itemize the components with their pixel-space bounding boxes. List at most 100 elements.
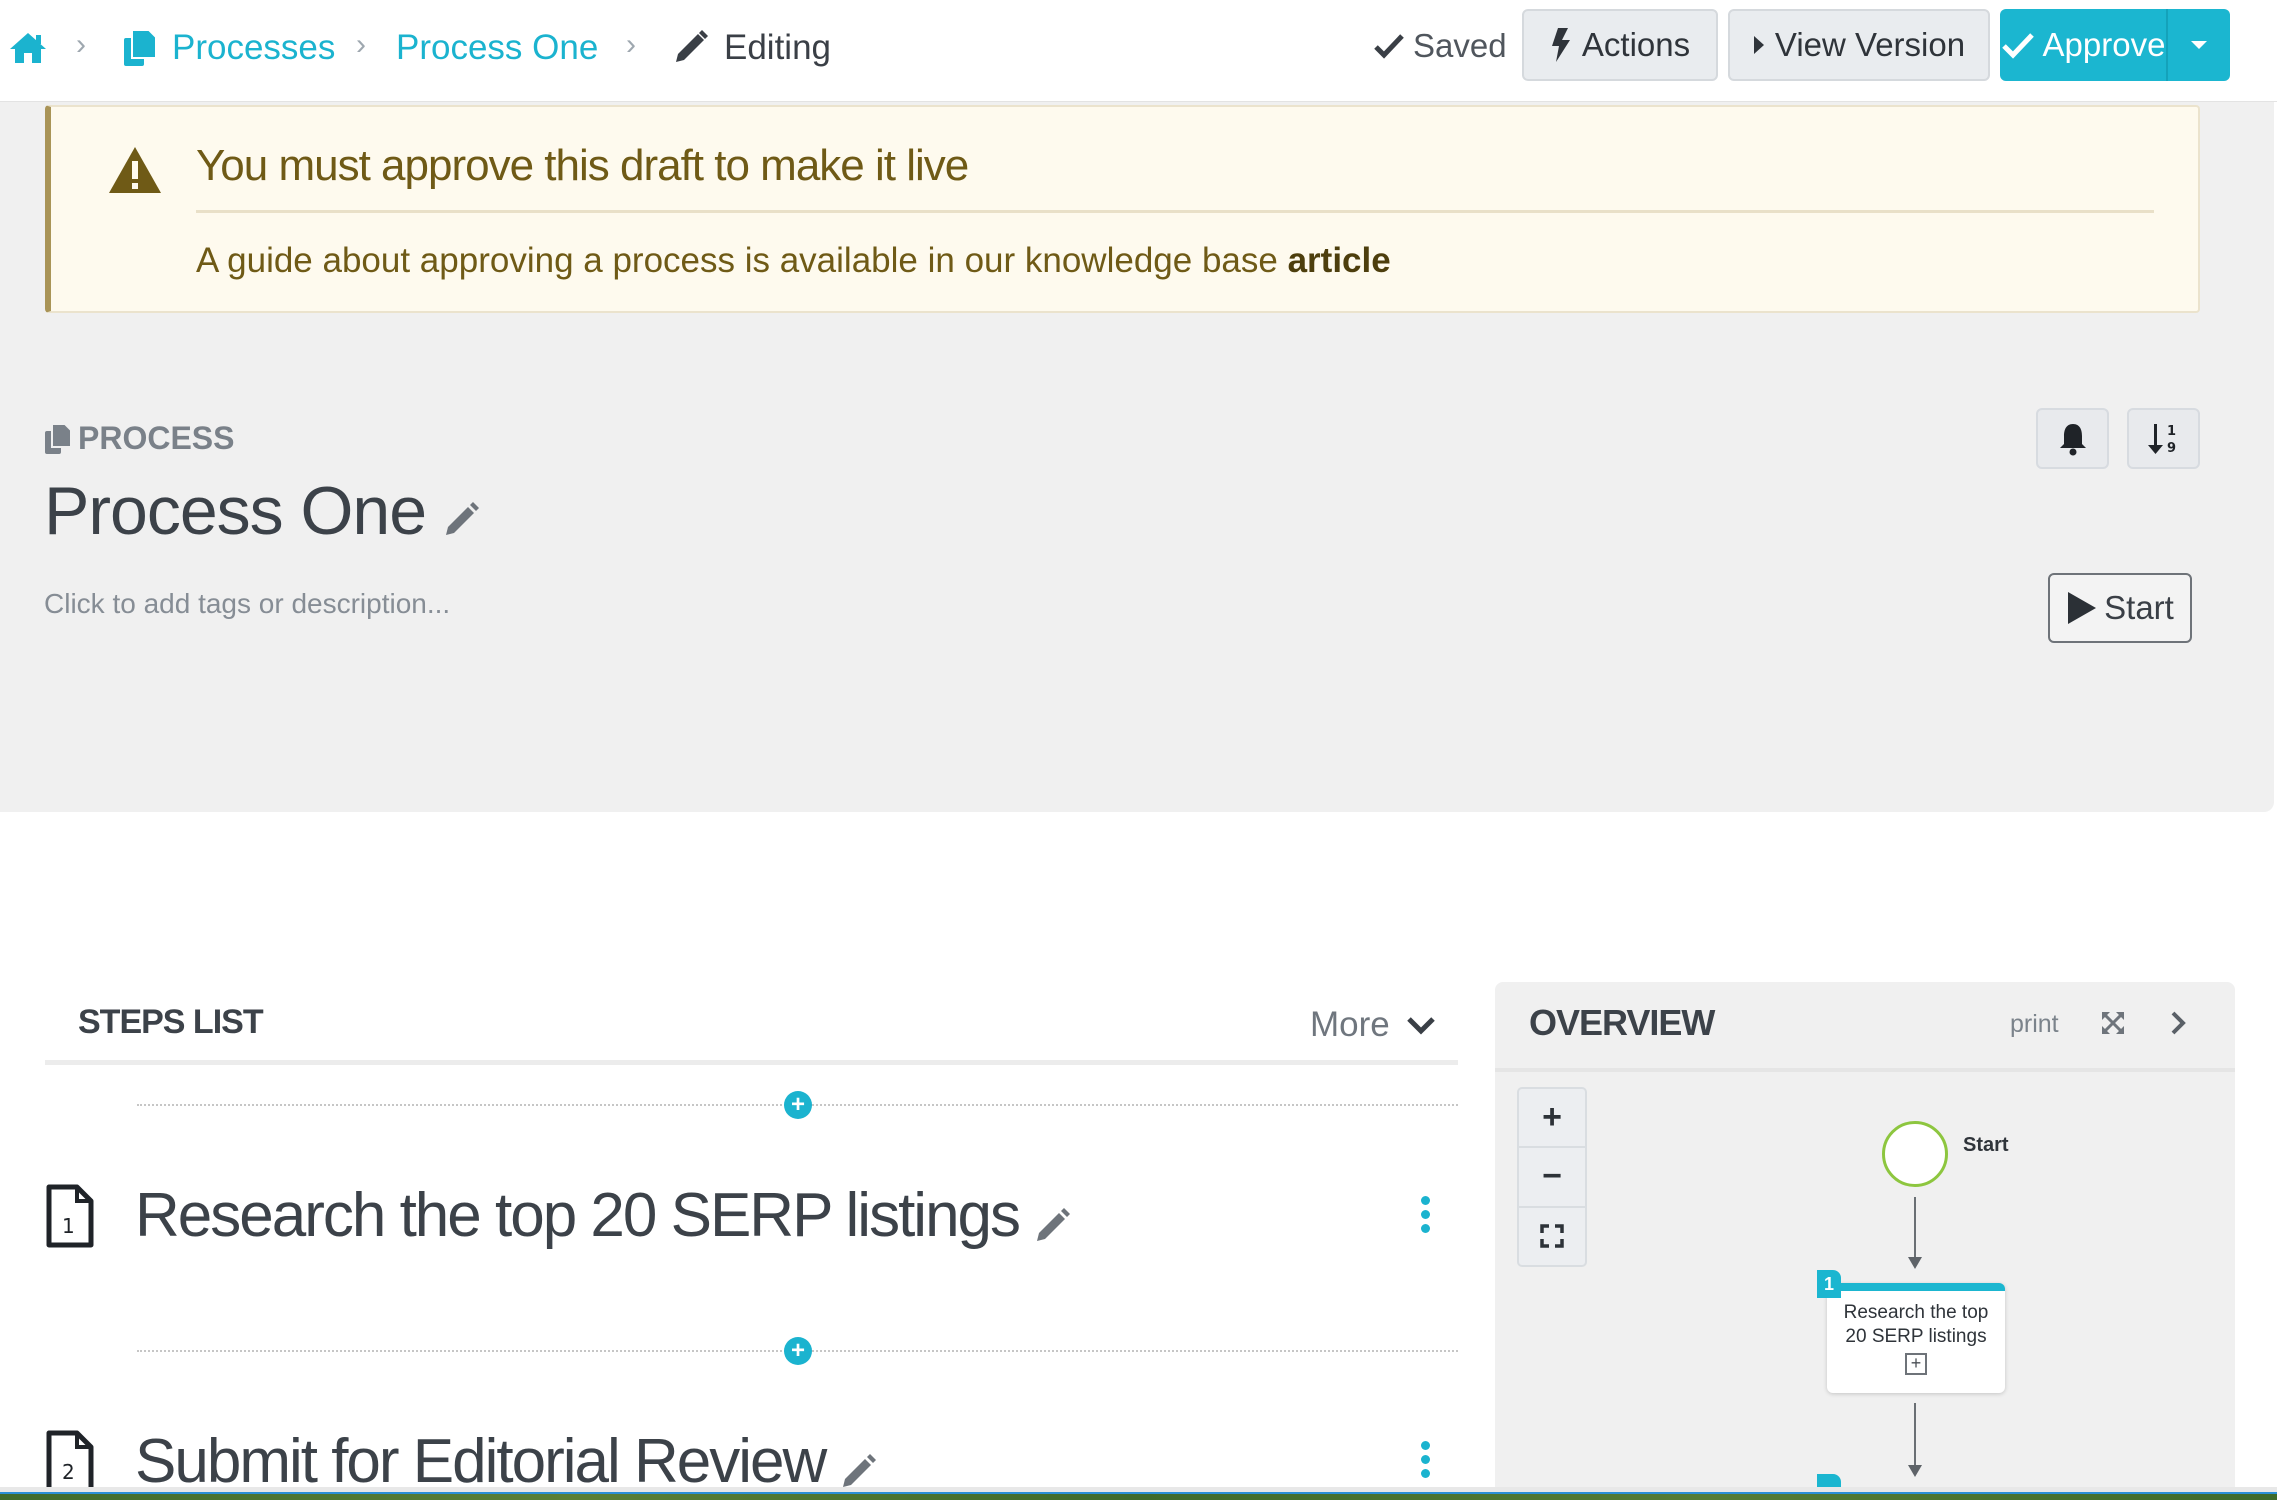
home-icon <box>10 33 46 63</box>
breadcrumb-processes[interactable]: Processes <box>122 24 335 72</box>
add-step-button[interactable]: + <box>784 1091 812 1119</box>
print-link[interactable]: print <box>2010 1010 2059 1039</box>
zoom-in-button[interactable]: + <box>1519 1089 1585 1149</box>
pencil-icon[interactable] <box>839 1451 879 1491</box>
process-title[interactable]: Process One <box>44 472 482 550</box>
bell-icon <box>2059 423 2086 455</box>
overview-panel: OVERVIEW print + − <box>1495 982 2235 1492</box>
bolt-icon <box>1551 28 1570 62</box>
saved-status: Saved <box>1373 22 1507 70</box>
add-step-button[interactable]: + <box>784 1337 812 1365</box>
start-process-button[interactable]: Start <box>2048 573 2192 643</box>
check-icon <box>1374 34 1404 59</box>
desktop-strip <box>0 1494 2277 1500</box>
approve-dropdown-toggle[interactable] <box>2168 9 2230 81</box>
step-number: 1 <box>62 1214 75 1238</box>
diagram-arrow-head <box>1908 1257 1922 1269</box>
pencil-icon <box>676 30 708 62</box>
top-bar: › Processes › Process One › Editing Save… <box>0 0 2277 102</box>
diagram-connector <box>1914 1197 1916 1257</box>
steps-list-divider <box>45 1060 1458 1065</box>
step-title[interactable]: Research the top 20 SERP listings <box>135 1180 1021 1251</box>
actions-label: Actions <box>1581 26 1691 63</box>
step-item[interactable]: 1 Research the top 20 SERP listings <box>45 1180 1073 1251</box>
copy-icon <box>45 422 72 454</box>
play-icon <box>1753 36 1764 54</box>
process-description-field[interactable]: Click to add tags or description... <box>44 588 450 620</box>
plus-icon: + <box>790 1337 805 1364</box>
pencil-icon[interactable] <box>1033 1205 1073 1245</box>
check-icon <box>2001 33 2034 59</box>
fit-screen-icon <box>1540 1224 1564 1249</box>
diagram-task-node[interactable]: Research the top 20 SERP listings + <box>1827 1283 2005 1393</box>
copy-icon <box>124 29 157 66</box>
step-document-icon: 1 <box>46 1184 94 1247</box>
play-icon <box>2068 592 2097 624</box>
alert-body-text: A guide about approving a process is ava… <box>196 241 1278 280</box>
knowledge-base-article-link[interactable]: article <box>1288 241 1391 280</box>
view-version-button[interactable]: View Version <box>1728 9 1990 81</box>
chevron-down-icon <box>1406 1017 1435 1035</box>
kebab-dot <box>1420 1469 1430 1478</box>
process-type-label: PROCESS <box>44 420 234 457</box>
diagram-zoom-controls: + − <box>1517 1087 1587 1267</box>
alert-body: A guide about approving a process is ava… <box>196 241 1391 281</box>
actions-button[interactable]: Actions <box>1522 9 1718 81</box>
notifications-button[interactable] <box>2036 408 2109 469</box>
approval-warning-alert: You must approve this draft to make it l… <box>45 105 2200 313</box>
step-options-menu[interactable] <box>1418 1441 1432 1478</box>
expand-icon[interactable] <box>2100 1010 2126 1036</box>
kebab-dot <box>1420 1224 1430 1233</box>
diagram-start-label: Start <box>1963 1134 2009 1156</box>
approve-button[interactable]: Approve <box>2000 9 2168 81</box>
breadcrumb-processes-label: Processes <box>172 28 336 67</box>
diagram-connector <box>1914 1403 1916 1465</box>
svg-text:9: 9 <box>2167 441 2176 456</box>
kebab-dot <box>1420 1441 1430 1450</box>
more-label: More <box>1310 1005 1390 1044</box>
breadcrumb-separator: › <box>76 28 86 61</box>
sort-numeric-icon: 19 <box>2147 423 2176 456</box>
expand-node-button[interactable]: + <box>1905 1353 1927 1375</box>
kebab-dot <box>1420 1196 1430 1205</box>
process-type-text: PROCESS <box>78 420 235 456</box>
overview-title: OVERVIEW <box>1529 1002 1715 1043</box>
start-label: Start <box>2104 589 2174 626</box>
diagram-arrow-head <box>1908 1465 1922 1477</box>
breadcrumb-process-one[interactable]: Process One <box>396 24 598 72</box>
breadcrumb-separator: › <box>356 28 366 61</box>
breadcrumb-editing-label: Editing <box>724 28 832 67</box>
overview-divider <box>1495 1068 2235 1072</box>
breadcrumb-editing: Editing <box>670 24 831 72</box>
fit-view-button[interactable] <box>1519 1208 1585 1265</box>
kebab-dot <box>1420 1455 1430 1464</box>
step-options-menu[interactable] <box>1418 1196 1432 1233</box>
zoom-out-button[interactable]: − <box>1519 1148 1585 1208</box>
kebab-dot <box>1420 1210 1430 1219</box>
task-node-number-badge: 1 <box>1817 1270 1841 1298</box>
diagram-start-node[interactable] <box>1882 1121 1948 1187</box>
task-node-label-line1: Research the top <box>1843 1302 1989 1323</box>
breadcrumb-home[interactable] <box>8 24 48 72</box>
alert-divider <box>196 210 2154 213</box>
step-number: 2 <box>62 1460 75 1484</box>
warning-icon <box>109 147 161 193</box>
breadcrumb-separator: › <box>626 28 636 61</box>
view-version-label: View Version <box>1774 26 1966 63</box>
plus-icon: + <box>790 1091 805 1118</box>
steps-list-title: STEPS LIST <box>78 1003 264 1041</box>
task-node-badge-partial <box>1817 1474 1841 1488</box>
caret-down-icon <box>2191 41 2207 49</box>
saved-label: Saved <box>1413 27 1507 64</box>
alert-title: You must approve this draft to make it l… <box>196 141 969 190</box>
svg-text:1: 1 <box>2167 424 2176 439</box>
more-dropdown[interactable]: More <box>1310 1005 1436 1045</box>
sort-steps-button[interactable]: 19 <box>2127 408 2200 469</box>
pencil-icon[interactable] <box>442 499 482 539</box>
process-title-text: Process One <box>44 473 427 549</box>
approve-button-group: Approve <box>2000 9 2230 81</box>
step-document-icon: 2 <box>46 1430 94 1493</box>
approve-label: Approve <box>2042 26 2166 63</box>
chevron-right-icon[interactable] <box>2168 1008 2188 1038</box>
task-node-label-line2: 20 SERP listings <box>1845 1326 1987 1347</box>
